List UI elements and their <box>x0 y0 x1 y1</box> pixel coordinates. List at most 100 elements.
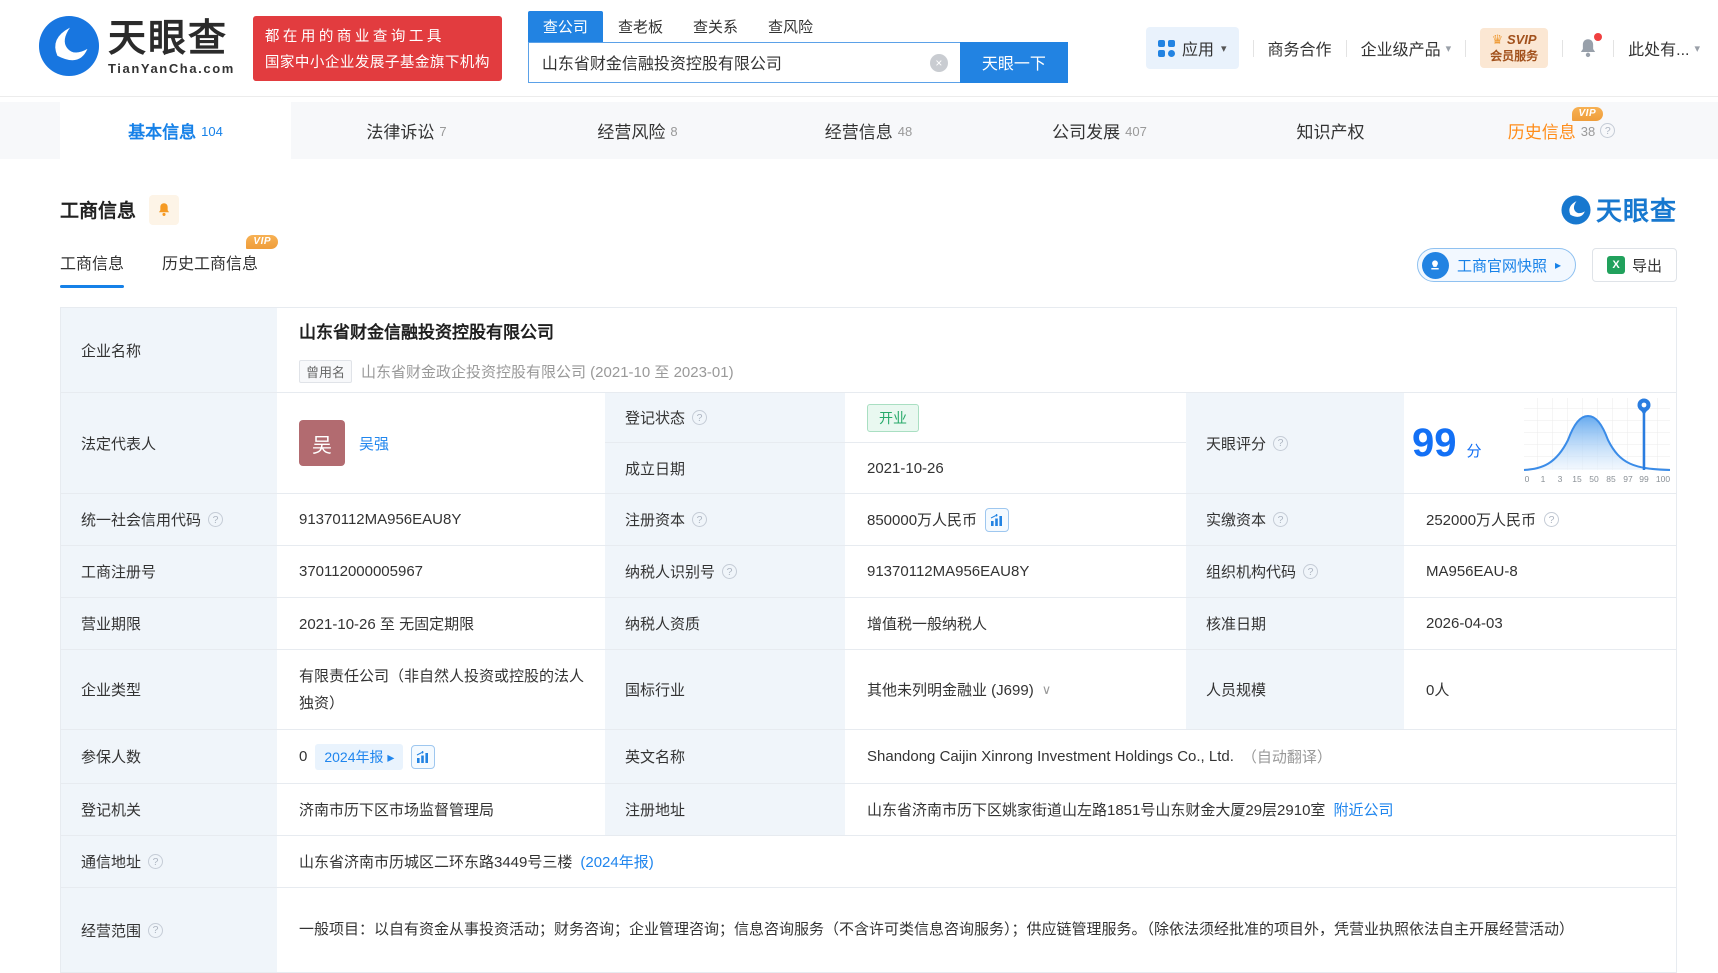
search-tab-risk[interactable]: 查风险 <box>753 11 828 42</box>
status-badge: 开业 <box>867 403 919 432</box>
company-tabbar: 基本信息 104 法律诉讼 7 经营风险 8 经营信息 48 公司发展 407 … <box>0 102 1718 159</box>
nearby-companies-link[interactable]: 附近公司 <box>1333 799 1393 820</box>
svg-text:15: 15 <box>1572 474 1582 484</box>
reg-authority: 济南市历下区市场监督管理局 <box>299 802 495 819</box>
field-label: 登记状态? <box>605 393 845 443</box>
tab-label: 经营信息 <box>824 123 893 142</box>
tab-intellectual-property[interactable]: 知识产权 <box>1215 102 1446 159</box>
tab-count: 48 <box>897 124 913 139</box>
field-label: 登记机关 <box>61 784 277 835</box>
search-tab-company[interactable]: 查公司 <box>527 10 603 42</box>
tab-label: 公司发展 <box>1052 123 1121 142</box>
tab-count: 407 <box>1125 124 1147 139</box>
nav-cooperation[interactable]: 商务合作 <box>1268 36 1332 60</box>
capital-trend-icon[interactable] <box>985 507 1010 532</box>
field-label: 参保人数 <box>61 730 277 783</box>
notifications-bell-icon[interactable] <box>1577 33 1603 60</box>
auto-translate-note: （自动翻译） <box>1241 749 1332 766</box>
svg-text:100: 100 <box>1656 474 1670 484</box>
chevron-down-icon[interactable]: ∨ <box>1042 682 1052 698</box>
subtab-business-info[interactable]: 工商信息 <box>60 250 124 288</box>
top-nav: 应用 ▾ 商务合作 企业级产品 ▾ ♛ SVIP 会员服务 此处有... ▾ <box>1146 27 1700 69</box>
promo-line2: 国家中小企业发展子基金旗下机构 <box>264 54 490 71</box>
clear-search-icon[interactable]: × <box>929 53 948 72</box>
svg-text:1: 1 <box>1541 474 1546 484</box>
help-icon[interactable]: ? <box>148 922 164 938</box>
tab-operating-risk[interactable]: 经营风险 8 <box>522 102 753 159</box>
search-tab-relation[interactable]: 查关系 <box>678 11 753 42</box>
field-label: 天眼评分? <box>1186 393 1404 493</box>
reg-capital: 850000万人民币 <box>867 512 978 529</box>
tab-company-development[interactable]: 公司发展 407 <box>984 102 1215 159</box>
help-icon[interactable]: ? <box>1303 564 1319 579</box>
tab-label: 法律诉讼 <box>366 123 435 142</box>
top-header: 天眼查 TianYanCha.com 都在用的商业查询工具 国家中小企业发展子基… <box>0 0 1718 97</box>
svg-text:3: 3 <box>1558 474 1563 484</box>
watermark-text: 天眼查 <box>1595 196 1677 226</box>
tab-count: 8 <box>670 124 678 139</box>
field-label: 成立日期 <box>605 443 845 493</box>
tianyancha-watermark: 天眼查 <box>1561 191 1677 228</box>
svg-text:50: 50 <box>1589 474 1599 484</box>
insured-trend-icon[interactable] <box>411 744 436 769</box>
help-icon[interactable]: ? <box>1544 512 1560 527</box>
industry: 其他未列明金融业 (J699) <box>867 682 1034 699</box>
notification-dot <box>1594 33 1603 41</box>
help-icon[interactable]: ? <box>692 410 708 425</box>
monitor-bell-icon[interactable] <box>149 194 180 225</box>
help-icon[interactable]: ? <box>1273 435 1289 451</box>
help-icon[interactable]: ? <box>208 512 224 527</box>
field-label: 通信地址? <box>61 836 277 887</box>
tab-count: 104 <box>201 124 223 139</box>
vip-badge: VIP <box>1571 107 1604 121</box>
snapshot-label: 工商官网快照 <box>1456 257 1547 275</box>
svg-text:85: 85 <box>1606 474 1616 484</box>
tab-basic-info[interactable]: 基本信息 104 <box>60 102 291 159</box>
credit-code: 91370112MA956EAU8Y <box>299 511 462 528</box>
legal-rep-link[interactable]: 吴强 <box>359 433 389 454</box>
tab-count: 38 <box>1580 124 1596 139</box>
account-menu[interactable]: 此处有... ▾ <box>1628 36 1700 60</box>
field-label: 企业类型 <box>61 650 277 729</box>
apps-menu[interactable]: 应用 ▾ <box>1146 27 1239 69</box>
subtab-history-business-info[interactable]: 历史工商信息 VIP <box>162 235 279 288</box>
tianyancha-logo[interactable]: 天眼查 TianYanCha.com <box>38 15 235 82</box>
tab-history-info[interactable]: VIP 历史信息 38 ? <box>1446 102 1677 159</box>
tab-legal[interactable]: 法律诉讼 7 <box>291 102 522 159</box>
former-name-badge: 曾用名 <box>299 359 353 383</box>
tab-business-info[interactable]: 经营信息 48 <box>753 102 984 159</box>
company-name: 山东省财金信融投资控股有限公司 <box>299 322 554 342</box>
help-icon[interactable]: ? <box>1600 123 1616 138</box>
export-button[interactable]: X 导出 <box>1591 248 1677 282</box>
nav-enterprise[interactable]: 企业级产品 ▾ <box>1361 36 1452 60</box>
annual-report-chip[interactable]: 2024年报 ▸ <box>315 743 404 770</box>
divider <box>1252 39 1254 57</box>
field-label: 工商注册号 <box>61 546 277 597</box>
svg-text:99: 99 <box>1639 474 1649 484</box>
taxpayer-quality: 增值税一般纳税人 <box>867 616 988 633</box>
svg-text:97: 97 <box>1623 474 1633 484</box>
divider <box>1345 39 1347 57</box>
staff-size: 0人 <box>1426 682 1450 699</box>
search-button[interactable]: 天眼一下 <box>959 41 1068 83</box>
official-snapshot-button[interactable]: 工商官网快照 ▸ <box>1416 248 1576 282</box>
help-icon[interactable]: ? <box>1273 512 1289 527</box>
field-label: 营业期限 <box>61 598 277 649</box>
brand-name: 天眼查 <box>108 18 229 60</box>
arrow-right-icon: ▸ <box>1554 258 1561 272</box>
approval-date: 2026-04-03 <box>1426 615 1503 632</box>
help-icon[interactable]: ? <box>692 512 708 527</box>
help-icon[interactable]: ? <box>148 854 164 869</box>
chevron-down-icon: ▾ <box>1445 42 1452 55</box>
annual-report-link[interactable]: (2024年报) <box>580 851 653 872</box>
tab-count: 7 <box>439 124 447 139</box>
legal-rep-avatar[interactable]: 吴 <box>299 420 345 466</box>
help-icon[interactable]: ? <box>722 564 738 579</box>
search-tab-boss[interactable]: 查老板 <box>603 11 678 42</box>
taxpayer-id: 91370112MA956EAU8Y <box>867 563 1030 580</box>
svip-membership-button[interactable]: ♛ SVIP 会员服务 <box>1480 28 1549 68</box>
search-input[interactable] <box>527 41 960 83</box>
tianyancha-logo-icon <box>38 15 100 82</box>
score-distribution-chart: 0 1 3 15 50 85 97 99 100 <box>1522 396 1672 490</box>
english-name: Shandong Caijin Xinrong Investment Holdi… <box>867 748 1234 765</box>
